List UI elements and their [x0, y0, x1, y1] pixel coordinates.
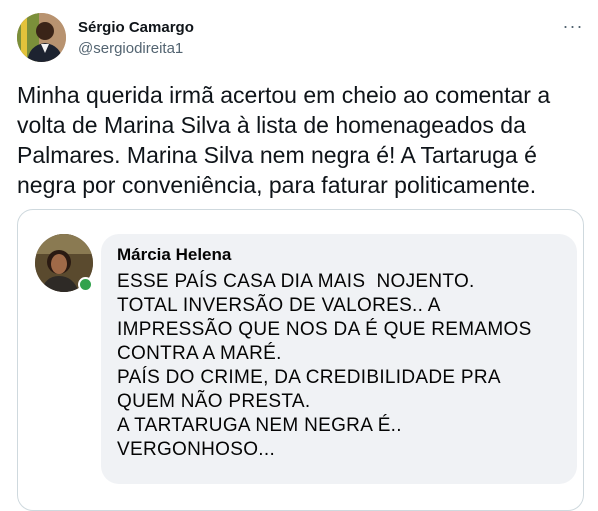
comment-line: CONTRA A MARÉ.: [117, 343, 282, 364]
comment-text: ESSE PAÍS CASA DIA MAIS NOJENTO. TOTAL I…: [117, 270, 577, 462]
more-horizontal-icon[interactable]: ···: [560, 14, 586, 38]
comment-bubble: Márcia Helena ESSE PAÍS CASA DIA MAIS NO…: [101, 234, 577, 484]
embedded-screenshot[interactable]: Márcia Helena ESSE PAÍS CASA DIA MAIS NO…: [17, 209, 584, 511]
comment-line: IMPRESSÃO QUE NOS DA É QUE REMAMOS: [117, 319, 532, 340]
online-status-icon: [78, 277, 93, 292]
author-handle[interactable]: @sergiodireita1: [78, 40, 183, 57]
tweet-text: Minha querida irmã acertou em cheio ao c…: [17, 82, 557, 198]
author-avatar[interactable]: [17, 13, 66, 62]
comment-line: PAÍS DO CRIME, DA CREDIBILIDADE PRA: [117, 367, 501, 388]
comment-line: ESSE PAÍS CASA DIA MAIS NOJENTO.: [117, 271, 475, 292]
author-name[interactable]: Sérgio Camargo: [78, 19, 194, 36]
commenter-avatar-wrap: [35, 234, 93, 292]
comment-line: A TARTARUGA NEM NEGRA É..: [117, 415, 402, 436]
commenter-name[interactable]: Márcia Helena: [117, 245, 231, 265]
tweet: Sérgio Camargo @sergiodireita1 ··· Minha…: [0, 0, 598, 511]
comment-line: VERGONHOSO...: [117, 439, 276, 460]
comment-line: TOTAL INVERSÃO DE VALORES.. A: [117, 295, 441, 316]
comment-line: QUEM NÃO PRESTA.: [117, 391, 311, 412]
